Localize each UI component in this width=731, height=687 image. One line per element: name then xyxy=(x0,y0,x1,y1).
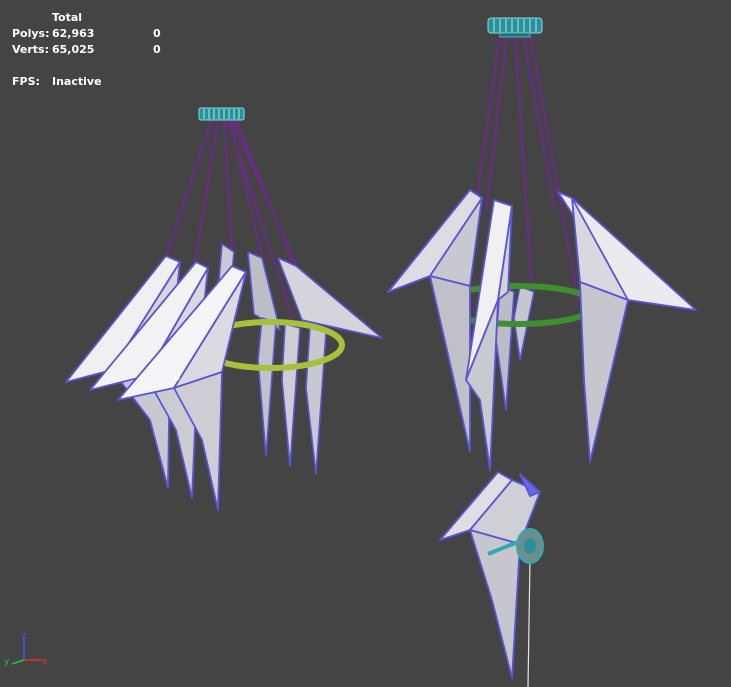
scene-render xyxy=(65,17,697,687)
right-cables xyxy=(460,33,580,301)
power-cord xyxy=(527,559,531,687)
left-chandelier[interactable] xyxy=(65,107,383,511)
axis-y-label: y xyxy=(4,657,10,667)
wall-bird-lamp[interactable] xyxy=(439,471,544,687)
right-back-birds xyxy=(495,285,535,411)
right-chandelier[interactable] xyxy=(387,17,697,471)
axis-x-label: x xyxy=(42,657,48,667)
right-canopy[interactable] xyxy=(487,17,543,38)
right-front-birds xyxy=(387,189,697,471)
left-canopy[interactable] xyxy=(198,107,245,121)
axis-gizmo: z x y xyxy=(4,631,48,667)
left-front-birds xyxy=(65,255,247,511)
viewport-3d[interactable]: Total Polys: 62,963 0 Verts: 65,025 0 FP… xyxy=(0,0,731,687)
left-pivot-dot xyxy=(174,375,180,381)
axis-z-label: z xyxy=(22,631,27,641)
